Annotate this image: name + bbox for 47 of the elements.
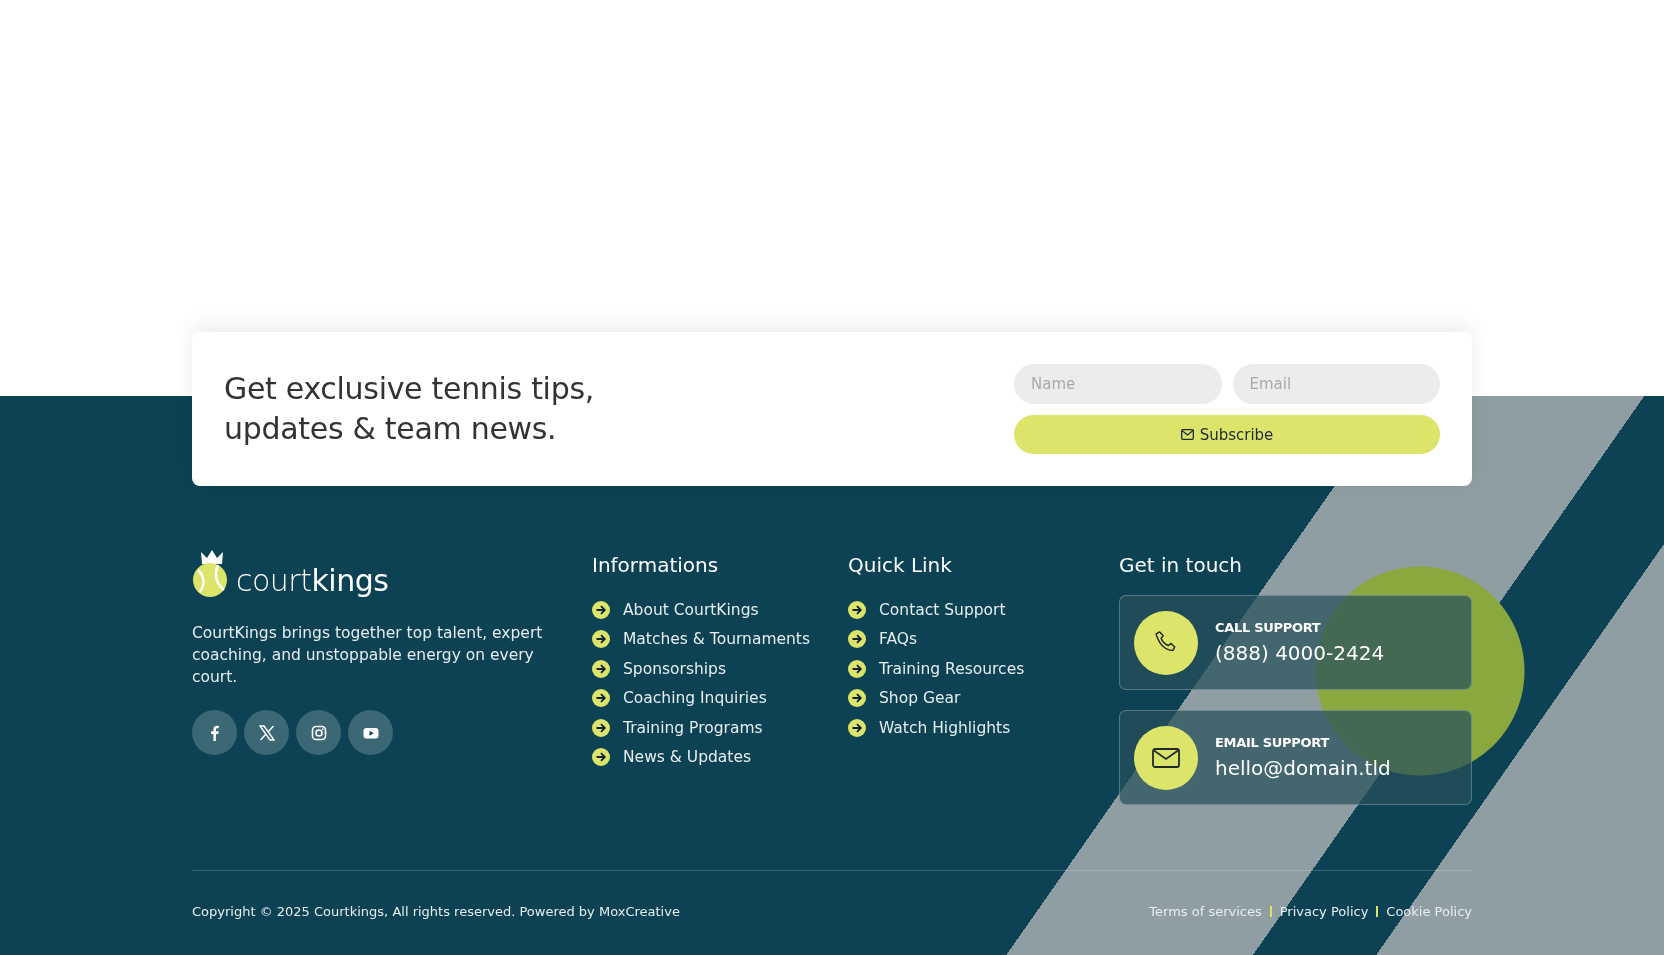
arrow-right-icon [592, 689, 610, 708]
envelope-icon [1151, 745, 1181, 770]
footer-link[interactable]: News & Updates [592, 742, 752, 772]
arrow-right-icon [592, 718, 610, 737]
column-heading: Informations [592, 553, 720, 577]
envelope-icon [1180, 429, 1194, 440]
footer-link[interactable]: Watch Highlights [848, 713, 1011, 743]
name-field[interactable]: Name [1014, 364, 1222, 404]
subscribe-button[interactable]: Subscribe [1014, 415, 1440, 454]
logo-wordmark: courtkings [236, 564, 389, 598]
footer-link[interactable]: Training Programs [592, 713, 763, 743]
social-link[interactable] [348, 710, 393, 755]
arrow-right-icon [848, 659, 866, 678]
email-field[interactable]: Email [1232, 364, 1440, 404]
separator-bar [1376, 906, 1379, 917]
copyright-text: Copyright © 2025 Courtkings, All rights reserved. Powered by MoxCreative [192, 904, 680, 919]
arrow-right-icon [848, 630, 866, 649]
instagram-icon [310, 724, 327, 741]
contact-value[interactable]: hello@domain.tld [1215, 756, 1391, 780]
column-heading: Quick Link [848, 553, 953, 577]
arrow-right-icon [592, 748, 610, 767]
legal-link[interactable]: Privacy Policy [1279, 904, 1369, 919]
arrow-right-icon [848, 718, 866, 737]
arrow-right-icon [848, 600, 866, 619]
arrow-right-icon [592, 659, 610, 678]
social-link[interactable] [192, 710, 237, 755]
newsletter-heading: Get exclusive tennis tips, updates & team news. [224, 370, 594, 448]
column-heading: Get in touch [1119, 553, 1244, 577]
arrow-right-icon [848, 689, 866, 708]
footer-link[interactable]: Training Resources [848, 654, 1025, 684]
arrow-right-icon [592, 600, 610, 619]
social-link[interactable] [296, 710, 341, 755]
footer-link[interactable]: About CourtKings [592, 595, 759, 625]
contact-label: EMAIL SUPPORT [1215, 735, 1329, 750]
footer-link[interactable]: FAQs [848, 624, 918, 654]
contact-label: CALL SUPPORT [1215, 620, 1321, 635]
footer-link[interactable]: Contact Support [848, 595, 1006, 625]
arrow-right-icon [592, 630, 610, 649]
footer-link[interactable]: Sponsorships [592, 654, 727, 684]
social-link[interactable] [244, 710, 289, 755]
footer-link[interactable]: Shop Gear [848, 683, 961, 713]
contact-value[interactable]: (888) 4000-2424 [1215, 641, 1385, 665]
brand-description: CourtKings brings together top talent, expert coaching, and unstoppable energy on every court. [192, 623, 544, 688]
footer-link[interactable]: Coaching Inquiries [592, 683, 767, 713]
footer-link[interactable]: Matches & Tournaments [592, 624, 811, 654]
separator-bar [1269, 906, 1272, 917]
x-icon [258, 724, 275, 741]
